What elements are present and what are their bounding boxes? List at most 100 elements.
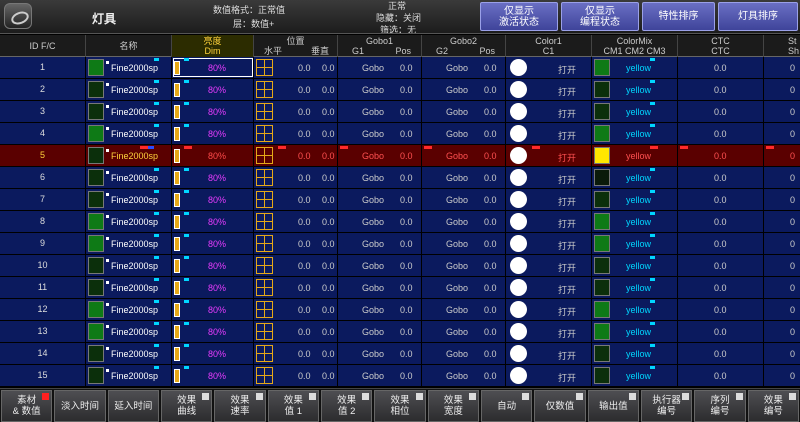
table-row[interactable]: 7 Fine2000sp 80% 0.0 0.0 Gobo 0.0 Gobo 0… xyxy=(0,189,800,211)
fixture-id[interactable]: 6 xyxy=(0,167,86,188)
gobo1-cell[interactable]: Gobo 0.0 xyxy=(338,167,422,188)
sort-by-fixture-button[interactable]: 灯具排序 xyxy=(718,2,798,31)
fixture-id[interactable]: 8 xyxy=(0,211,86,232)
ctc-cell[interactable]: 0.0 xyxy=(678,101,764,122)
color1-cell[interactable]: 打开 xyxy=(506,189,592,210)
table-row[interactable]: 14 Fine2000sp 80% 0.0 0.0 Gobo 0.0 Gobo … xyxy=(0,343,800,365)
position-cell[interactable]: 0.0 0.0 xyxy=(254,277,338,298)
gobo2-cell[interactable]: Gobo 0.0 xyxy=(422,277,506,298)
position-cell[interactable]: 0.0 0.0 xyxy=(254,57,338,78)
show-programmed-only-button[interactable]: 仅显示 编程状态 xyxy=(561,2,639,31)
position-cell[interactable]: 0.0 0.0 xyxy=(254,343,338,364)
strobe-cell[interactable]: 0 xyxy=(764,233,800,254)
table-row[interactable]: 4 Fine2000sp 80% 0.0 0.0 Gobo 0.0 Gobo 0… xyxy=(0,123,800,145)
table-row[interactable]: 12 Fine2000sp 80% 0.0 0.0 Gobo 0.0 Gobo … xyxy=(0,299,800,321)
strobe-cell[interactable]: 0 xyxy=(764,79,800,100)
strobe-cell[interactable]: 0 xyxy=(764,343,800,364)
colormix-cell[interactable]: yellow xyxy=(592,233,678,254)
bottom-button-12[interactable]: 执行器 编号 xyxy=(641,390,693,422)
position-cell[interactable]: 0.0 0.0 xyxy=(254,233,338,254)
strobe-cell[interactable]: 0 xyxy=(764,277,800,298)
table-row[interactable]: 8 Fine2000sp 80% 0.0 0.0 Gobo 0.0 Gobo 0… xyxy=(0,211,800,233)
dim-cell[interactable]: 80% xyxy=(172,365,254,386)
ctc-cell[interactable]: 0.0 xyxy=(678,255,764,276)
ctc-cell[interactable]: 0.0 xyxy=(678,365,764,386)
fixture-name-cell[interactable]: Fine2000sp xyxy=(86,189,172,210)
color1-cell[interactable]: 打开 xyxy=(506,233,592,254)
position-cell[interactable]: 0.0 0.0 xyxy=(254,321,338,342)
position-cell[interactable]: 0.0 0.0 xyxy=(254,211,338,232)
strobe-cell[interactable]: 0 xyxy=(764,189,800,210)
fixture-id[interactable]: 10 xyxy=(0,255,86,276)
gobo1-cell[interactable]: Gobo 0.0 xyxy=(338,211,422,232)
gobo2-cell[interactable]: Gobo 0.0 xyxy=(422,101,506,122)
bottom-button-0[interactable]: 素材 & 数值 xyxy=(1,390,53,422)
gobo2-cell[interactable]: Gobo 0.0 xyxy=(422,167,506,188)
gobo1-cell[interactable]: Gobo 0.0 xyxy=(338,145,422,166)
fixture-id[interactable]: 12 xyxy=(0,299,86,320)
fixture-id[interactable]: 14 xyxy=(0,343,86,364)
col-strobe[interactable]: St Sh xyxy=(764,35,800,57)
bottom-button-5[interactable]: 效果 值 1 xyxy=(267,390,319,422)
table-row[interactable]: 11 Fine2000sp 80% 0.0 0.0 Gobo 0.0 Gobo … xyxy=(0,277,800,299)
bottom-button-7[interactable]: 效果 相位 xyxy=(374,390,426,422)
bottom-button-14[interactable]: 效果 编号 xyxy=(747,390,799,422)
position-cell[interactable]: 0.0 0.0 xyxy=(254,167,338,188)
gobo1-cell[interactable]: Gobo 0.0 xyxy=(338,365,422,386)
colormix-cell[interactable]: yellow xyxy=(592,299,678,320)
color1-cell[interactable]: 打开 xyxy=(506,101,592,122)
dim-cell[interactable]: 80% xyxy=(172,79,254,100)
color1-cell[interactable]: 打开 xyxy=(506,299,592,320)
fixture-name-cell[interactable]: Fine2000sp xyxy=(86,365,172,386)
colormix-cell[interactable]: yellow xyxy=(592,57,678,78)
gobo2-cell[interactable]: Gobo 0.0 xyxy=(422,57,506,78)
col-ctc[interactable]: CTC CTC xyxy=(678,35,764,57)
position-cell[interactable]: 0.0 0.0 xyxy=(254,189,338,210)
position-cell[interactable]: 0.0 0.0 xyxy=(254,145,338,166)
gobo1-cell[interactable]: Gobo 0.0 xyxy=(338,343,422,364)
color1-cell[interactable]: 打开 xyxy=(506,277,592,298)
ctc-cell[interactable]: 0.0 xyxy=(678,189,764,210)
dim-cell[interactable]: 80% xyxy=(172,211,254,232)
show-active-only-button[interactable]: 仅显示 激活状态 xyxy=(480,2,558,31)
ctc-cell[interactable]: 0.0 xyxy=(678,321,764,342)
ctc-cell[interactable]: 0.0 xyxy=(678,123,764,144)
fixture-name-cell[interactable]: Fine2000sp xyxy=(86,57,172,78)
dim-cell[interactable]: 80% xyxy=(172,167,254,188)
position-cell[interactable]: 0.0 0.0 xyxy=(254,365,338,386)
col-dim[interactable]: 亮度 Dim xyxy=(172,35,254,57)
dim-cell[interactable]: 80% xyxy=(172,255,254,276)
color1-cell[interactable]: 打开 xyxy=(506,321,592,342)
gobo1-cell[interactable]: Gobo 0.0 xyxy=(338,255,422,276)
fixture-name-cell[interactable]: Fine2000sp xyxy=(86,255,172,276)
table-row[interactable]: 13 Fine2000sp 80% 0.0 0.0 Gobo 0.0 Gobo … xyxy=(0,321,800,343)
fixture-id[interactable]: 2 xyxy=(0,79,86,100)
bottom-button-6[interactable]: 效果 值 2 xyxy=(321,390,373,422)
bottom-button-10[interactable]: 仅数值 xyxy=(534,390,586,422)
strobe-cell[interactable]: 0 xyxy=(764,211,800,232)
colormix-cell[interactable]: yellow xyxy=(592,167,678,188)
strobe-cell[interactable]: 0 xyxy=(764,167,800,188)
app-logo-icon[interactable] xyxy=(4,3,32,29)
ctc-cell[interactable]: 0.0 xyxy=(678,343,764,364)
colormix-cell[interactable]: yellow xyxy=(592,277,678,298)
strobe-cell[interactable]: 0 xyxy=(764,299,800,320)
fixture-id[interactable]: 3 xyxy=(0,101,86,122)
gobo2-cell[interactable]: Gobo 0.0 xyxy=(422,343,506,364)
bottom-button-1[interactable]: 淡入时间 xyxy=(54,390,106,422)
dim-cell[interactable]: 80% xyxy=(172,123,254,144)
table-row[interactable]: 5 Fine2000sp 80% 0.0 0.0 Gobo 0.0 Gobo 0… xyxy=(0,145,800,167)
fixture-id[interactable]: 1 xyxy=(0,57,86,78)
gobo1-cell[interactable]: Gobo 0.0 xyxy=(338,277,422,298)
ctc-cell[interactable]: 0.0 xyxy=(678,57,764,78)
table-row[interactable]: 15 Fine2000sp 80% 0.0 0.0 Gobo 0.0 Gobo … xyxy=(0,365,800,387)
dim-cell[interactable]: 80% xyxy=(172,277,254,298)
strobe-cell[interactable]: 0 xyxy=(764,365,800,386)
fixture-name-cell[interactable]: Fine2000sp xyxy=(86,343,172,364)
color1-cell[interactable]: 打开 xyxy=(506,57,592,78)
gobo1-cell[interactable]: Gobo 0.0 xyxy=(338,299,422,320)
position-cell[interactable]: 0.0 0.0 xyxy=(254,101,338,122)
colormix-cell[interactable]: yellow xyxy=(592,145,678,166)
bottom-button-9[interactable]: 自动 xyxy=(481,390,533,422)
color1-cell[interactable]: 打开 xyxy=(506,343,592,364)
